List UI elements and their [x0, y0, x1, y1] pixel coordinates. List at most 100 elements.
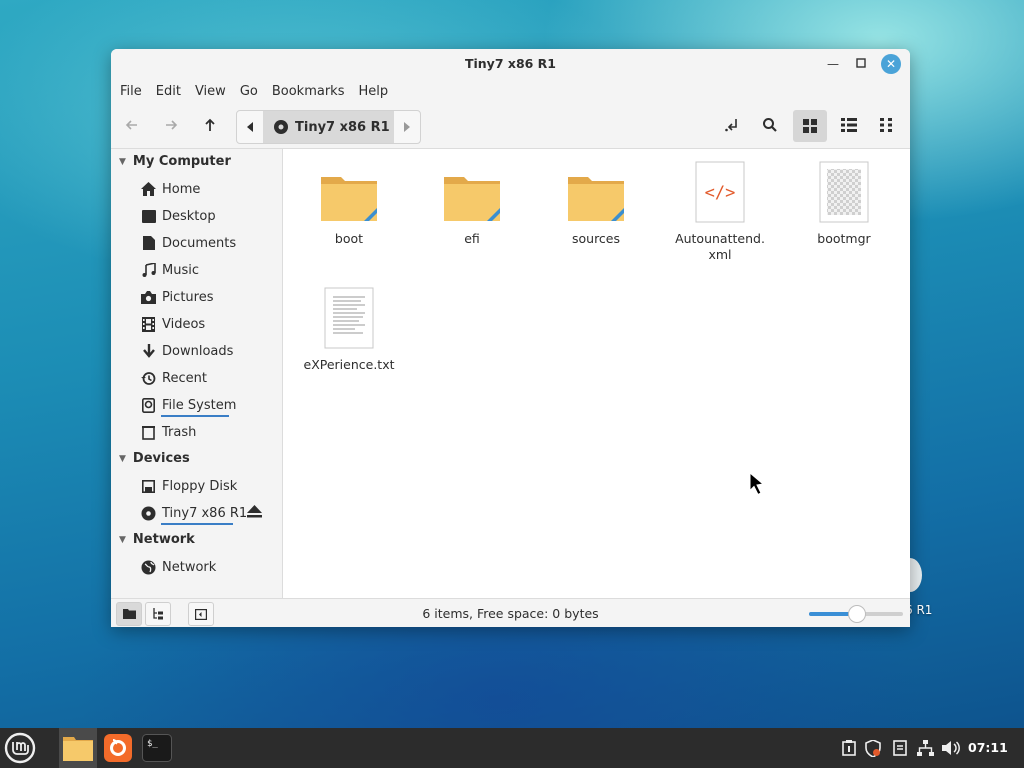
file-name: Autounattend. xml — [675, 231, 765, 262]
text-file-icon — [293, 287, 405, 349]
globe-icon — [140, 559, 157, 576]
menu-edit[interactable]: Edit — [156, 84, 181, 99]
location-entry-icon — [725, 119, 737, 132]
file-view[interactable]: boot efi sources </> Autounattend. xml b… — [283, 149, 910, 598]
caret-right-icon — [404, 122, 410, 132]
sidebar-item-file-system[interactable]: File System — [140, 395, 236, 417]
file-name: eXPerience.txt — [303, 357, 395, 372]
eject-button[interactable] — [247, 505, 262, 521]
mouse-pointer-icon — [749, 472, 765, 496]
taskbar-terminal-button[interactable]: $_ — [140, 731, 174, 765]
menu-bookmarks[interactable]: Bookmarks — [272, 84, 345, 99]
file-item-text[interactable]: eXPerience.txt — [293, 287, 405, 372]
home-icon — [140, 181, 157, 198]
file-item-folder[interactable]: boot — [293, 161, 405, 246]
compact-view-button[interactable] — [873, 111, 901, 139]
sidebar-item-pictures[interactable]: Pictures — [140, 287, 213, 307]
sidebar-item-downloads[interactable]: Downloads — [140, 341, 233, 361]
list-view-button[interactable] — [835, 111, 863, 139]
menu-bar: File Edit View Go Bookmarks Help — [111, 78, 910, 104]
back-button[interactable] — [118, 111, 146, 139]
sidebar-item-music[interactable]: Music — [140, 260, 199, 280]
forward-button[interactable] — [157, 111, 185, 139]
folder-icon — [293, 161, 405, 223]
camera-icon — [140, 289, 157, 306]
sidebar-item-desktop[interactable]: Desktop — [140, 206, 216, 226]
binary-file-icon — [788, 161, 900, 223]
sidebar-section-devices[interactable]: ▼ Devices — [119, 451, 190, 466]
file-item-xml[interactable]: </> Autounattend. xml — [664, 161, 776, 263]
desktop-icon — [140, 208, 157, 225]
file-name: boot — [334, 231, 364, 246]
window-title: Tiny7 x86 R1 — [464, 56, 557, 71]
documents-icon — [140, 235, 157, 252]
file-item-folder[interactable]: efi — [416, 161, 528, 246]
menu-view[interactable]: View — [195, 84, 226, 99]
status-text: 6 items, Free space: 0 bytes — [422, 606, 599, 621]
folder-icon — [63, 737, 93, 761]
maximize-button[interactable] — [851, 54, 871, 74]
close-button[interactable]: ✕ — [881, 54, 901, 74]
file-item-folder[interactable]: sources — [540, 161, 652, 246]
menu-go[interactable]: Go — [240, 84, 258, 99]
toolbar: Tiny7 x86 R1 — [111, 104, 910, 149]
sidebar-item-documents[interactable]: Documents — [140, 233, 236, 253]
menu-help[interactable]: Help — [358, 84, 388, 99]
film-icon — [140, 316, 157, 333]
sidebar-item-home[interactable]: Home — [140, 179, 200, 199]
sidebar-item-videos[interactable]: Videos — [140, 314, 205, 334]
disc-icon — [140, 505, 157, 522]
zoom-slider[interactable] — [809, 605, 903, 623]
svg-text:</>: </> — [705, 183, 736, 203]
usage-bar-file-system — [161, 415, 229, 417]
icon-view-button[interactable] — [793, 110, 827, 142]
svg-text:$_: $_ — [147, 739, 158, 749]
sidebar-item-floppy-disk[interactable]: Floppy Disk — [140, 476, 237, 496]
network-icon[interactable] — [915, 738, 935, 758]
grid-icon — [803, 119, 817, 133]
toggle-location-entry-button[interactable] — [718, 111, 746, 139]
arrow-right-icon — [166, 120, 178, 130]
file-name: efi — [464, 231, 480, 246]
up-button[interactable] — [196, 111, 224, 139]
sidebar-item-network[interactable]: Network — [140, 557, 216, 577]
clipboard-indicator-icon[interactable] — [839, 738, 859, 758]
taskbar-firefox-button[interactable] — [101, 731, 135, 765]
zoom-slider-handle[interactable] — [848, 605, 866, 623]
notes-icon[interactable] — [890, 738, 910, 758]
sidebar-item-tiny7[interactable]: Tiny7 x86 R1 — [140, 503, 247, 525]
search-button[interactable] — [756, 111, 784, 139]
sidebar-item-trash[interactable]: Trash — [140, 422, 196, 442]
folder-icon — [540, 161, 652, 223]
collapse-triangle-icon: ▼ — [119, 453, 126, 464]
path-scroll-left-button[interactable] — [237, 111, 263, 143]
sidebar-item-recent[interactable]: Recent — [140, 368, 207, 388]
path-scroll-right-button[interactable] — [394, 111, 420, 143]
sidebar-section-my-computer[interactable]: ▼ My Computer — [119, 154, 231, 169]
taskbar-files-button[interactable] — [59, 728, 97, 768]
caret-left-icon — [247, 122, 253, 132]
list-icon — [841, 118, 857, 132]
path-crumb-label: Tiny7 x86 R1 — [295, 119, 390, 135]
search-icon — [763, 118, 777, 132]
file-item-binary[interactable]: bootmgr — [788, 161, 900, 246]
arrow-left-icon — [125, 120, 137, 130]
location-bar: Tiny7 x86 R1 — [236, 110, 421, 144]
status-bar: 6 items, Free space: 0 bytes — [111, 598, 910, 627]
title-bar[interactable]: Tiny7 x86 R1 — ✕ — [111, 49, 910, 78]
arrow-up-icon — [205, 118, 215, 131]
collapse-triangle-icon: ▼ — [119, 156, 126, 167]
path-crumb-current[interactable]: Tiny7 x86 R1 — [263, 111, 394, 143]
volume-icon[interactable] — [941, 738, 961, 758]
trash-icon — [140, 424, 157, 441]
menu-file[interactable]: File — [120, 84, 142, 99]
sidebar-section-network[interactable]: ▼ Network — [119, 532, 195, 547]
compact-grid-icon — [880, 118, 892, 132]
shield-update-icon[interactable] — [863, 738, 883, 758]
terminal-icon: $_ — [142, 734, 172, 762]
firefox-icon — [104, 734, 132, 762]
drive-icon — [140, 397, 157, 414]
minimize-button[interactable]: — — [823, 54, 843, 74]
clock[interactable]: 07:11 — [968, 740, 1008, 755]
start-menu-button[interactable] — [3, 731, 37, 765]
